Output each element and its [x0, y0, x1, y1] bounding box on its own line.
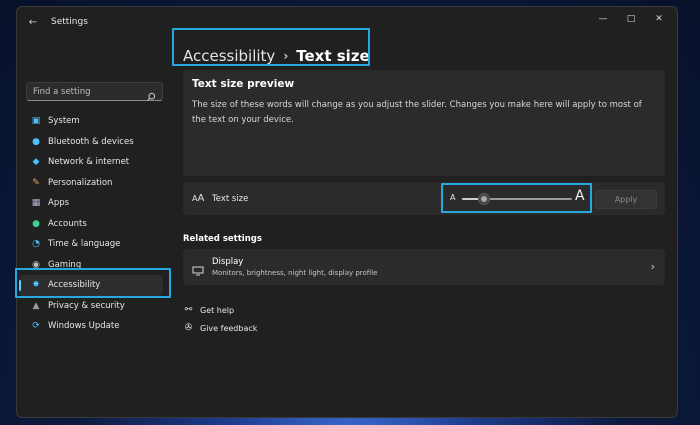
back-arrow-icon[interactable]: ← [25, 17, 41, 28]
sidebar-item-gaming[interactable]: ◉ Gaming [17, 255, 172, 276]
breadcrumb-separator: › [283, 49, 289, 63]
person-icon: ● [32, 218, 40, 229]
breadcrumb: Accessibility › Text size [183, 44, 370, 68]
app-title: Settings [51, 17, 88, 27]
sidebar-item-label: Time & language [48, 239, 121, 250]
maximize-icon[interactable]: □ [617, 11, 645, 27]
selected-indicator [19, 280, 21, 291]
feedback-icon: ✇ [184, 323, 193, 333]
sidebar-item-accounts[interactable]: ● Accounts [17, 214, 172, 235]
breadcrumb-parent[interactable]: Accessibility [183, 47, 275, 65]
chevron-right-icon: › [650, 260, 655, 273]
text-size-label: Text size [212, 194, 249, 204]
sidebar-item-windows-update[interactable]: ⟳ Windows Update [17, 316, 172, 337]
sidebar-item-label: Windows Update [48, 321, 120, 332]
sidebar-item-label: Apps [48, 198, 70, 209]
preview-title: Text size preview [192, 78, 295, 90]
display-subtitle: Monitors, brightness, night light, displ… [212, 269, 378, 277]
give-feedback-label: Give feedback [200, 323, 258, 333]
close-icon[interactable]: ✕ [645, 11, 673, 27]
sidebar-item-privacy-security[interactable]: ▲ Privacy & security [17, 296, 172, 317]
controller-icon: ◉ [32, 259, 40, 270]
page-title: Text size [296, 47, 370, 65]
apply-button[interactable]: Apply [595, 190, 657, 209]
slider-track[interactable] [462, 193, 572, 205]
sidebar-item-label: Gaming [48, 259, 82, 270]
brush-icon: ✎ [32, 177, 40, 188]
sidebar-item-label: Bluetooth & devices [48, 136, 134, 147]
display-title: Display [212, 257, 244, 267]
slider-thumb[interactable] [478, 193, 490, 205]
sidebar-item-label: Network & internet [48, 157, 130, 168]
get-help-link[interactable]: ⚯ Get help [183, 303, 234, 317]
related-settings-heading: Related settings [183, 234, 262, 244]
sidebar-nav: ▣ System ● Bluetooth & devices ◆ Network… [17, 111, 172, 337]
display-link[interactable]: Display Monitors, brightness, night ligh… [183, 249, 665, 285]
sidebar-item-label: Privacy & security [48, 300, 125, 311]
sidebar-item-label: Accessibility [48, 280, 101, 291]
sidebar-item-apps[interactable]: ▦ Apps [17, 193, 172, 214]
monitor-icon: ▣ [31, 116, 41, 127]
display-icon [192, 261, 204, 276]
shield-icon: ▲ [32, 300, 40, 311]
text-size-setting: AA Text size A A Apply [183, 182, 665, 215]
preview-text: The size of these words will change as y… [192, 100, 642, 125]
sidebar-item-accessibility[interactable]: ✸ Accessibility [19, 275, 163, 296]
text-size-slider[interactable]: A A [444, 187, 589, 211]
sidebar-item-system[interactable]: ▣ System [17, 111, 172, 132]
search-icon[interactable] [146, 87, 156, 101]
apps-icon: ▦ [31, 198, 41, 209]
bluetooth-icon: ● [32, 136, 40, 147]
sidebar-item-label: Accounts [48, 218, 87, 229]
accessibility-icon: ✸ [32, 280, 40, 291]
title-bar: ← Settings — □ ✕ [17, 7, 677, 37]
sidebar-item-bluetooth[interactable]: ● Bluetooth & devices [17, 132, 172, 153]
update-icon: ⟳ [32, 321, 40, 332]
help-icon: ⚯ [184, 305, 193, 315]
wifi-icon: ◆ [32, 157, 40, 168]
sidebar-item-time-language[interactable]: ◔ Time & language [17, 234, 172, 255]
slider-max-label: A [575, 188, 585, 204]
text-size-icon: AA [192, 193, 205, 204]
minimize-icon[interactable]: — [589, 11, 617, 27]
search-placeholder: Find a setting [33, 86, 91, 97]
give-feedback-link[interactable]: ✇ Give feedback [183, 321, 258, 335]
sidebar-item-label: System [48, 116, 80, 127]
get-help-label: Get help [200, 305, 235, 315]
sidebar-item-label: Personalization [48, 177, 113, 188]
settings-window: ← Settings — □ ✕ Find a setting ▣ System… [16, 6, 678, 418]
slider-min-label: A [450, 193, 456, 202]
sidebar-item-network[interactable]: ◆ Network & internet [17, 152, 172, 173]
text-size-preview-card: Text size preview The size of these word… [183, 70, 665, 176]
globe-clock-icon: ◔ [32, 239, 40, 250]
window-controls: — □ ✕ [589, 11, 673, 27]
sidebar-item-personalization[interactable]: ✎ Personalization [17, 173, 172, 194]
search-input[interactable]: Find a setting [26, 82, 163, 101]
